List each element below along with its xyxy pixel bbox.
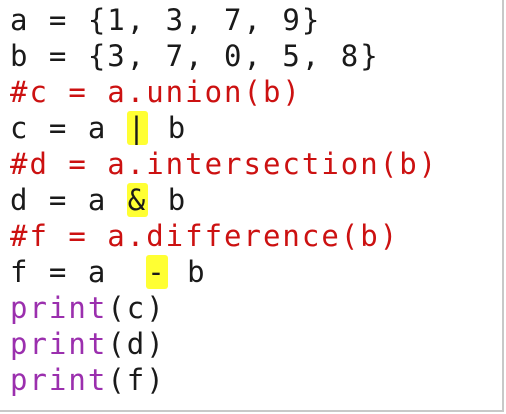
code-token: b	[148, 111, 188, 145]
code-area[interactable]: a = {1, 3, 7, 9} b = {3, 7, 0, 5, 8} #c = …	[10, 2, 438, 398]
code-token: a = {1, 3, 7, 9}	[10, 3, 322, 37]
highlighted-operator: |	[126, 111, 149, 145]
code-token: f = a	[10, 255, 147, 289]
code-token: b	[148, 183, 188, 217]
code-editor[interactable]: a = {1, 3, 7, 9} b = {3, 7, 0, 5, 8} #c = …	[0, 0, 504, 412]
print-keyword: print	[10, 363, 108, 397]
code-token: (c)	[107, 291, 166, 325]
print-keyword: print	[10, 327, 108, 361]
comment-text: #c = a.union(b)	[10, 75, 302, 109]
comment-line[interactable]: #d = a.intersection(b)	[10, 146, 438, 182]
code-line[interactable]: print(c)	[10, 290, 438, 326]
comment-line[interactable]: #f = a.difference(b)	[10, 218, 438, 254]
comment-line[interactable]: #c = a.union(b)	[10, 74, 438, 110]
highlighted-operator: &	[126, 183, 149, 217]
comment-text: #d = a.intersection(b)	[10, 147, 439, 181]
code-line[interactable]: a = {1, 3, 7, 9}	[10, 2, 438, 38]
highlighted-operator: -	[146, 255, 168, 289]
code-token: b = {3, 7, 0, 5, 8}	[10, 39, 380, 73]
code-token: b	[167, 255, 207, 289]
code-token: d = a	[10, 183, 127, 217]
code-line[interactable]: c = a | b	[10, 110, 438, 146]
code-line[interactable]: b = {3, 7, 0, 5, 8}	[10, 38, 438, 74]
code-token: (d)	[107, 327, 166, 361]
comment-text: #f = a.difference(b)	[10, 219, 400, 253]
code-line[interactable]: print(f)	[10, 362, 438, 398]
code-token: (f)	[107, 363, 166, 397]
code-line[interactable]: d = a & b	[10, 182, 438, 218]
code-line[interactable]: print(d)	[10, 326, 438, 362]
code-line[interactable]: f = a - b	[10, 254, 438, 290]
print-keyword: print	[10, 291, 108, 325]
code-token: c = a	[10, 111, 127, 145]
